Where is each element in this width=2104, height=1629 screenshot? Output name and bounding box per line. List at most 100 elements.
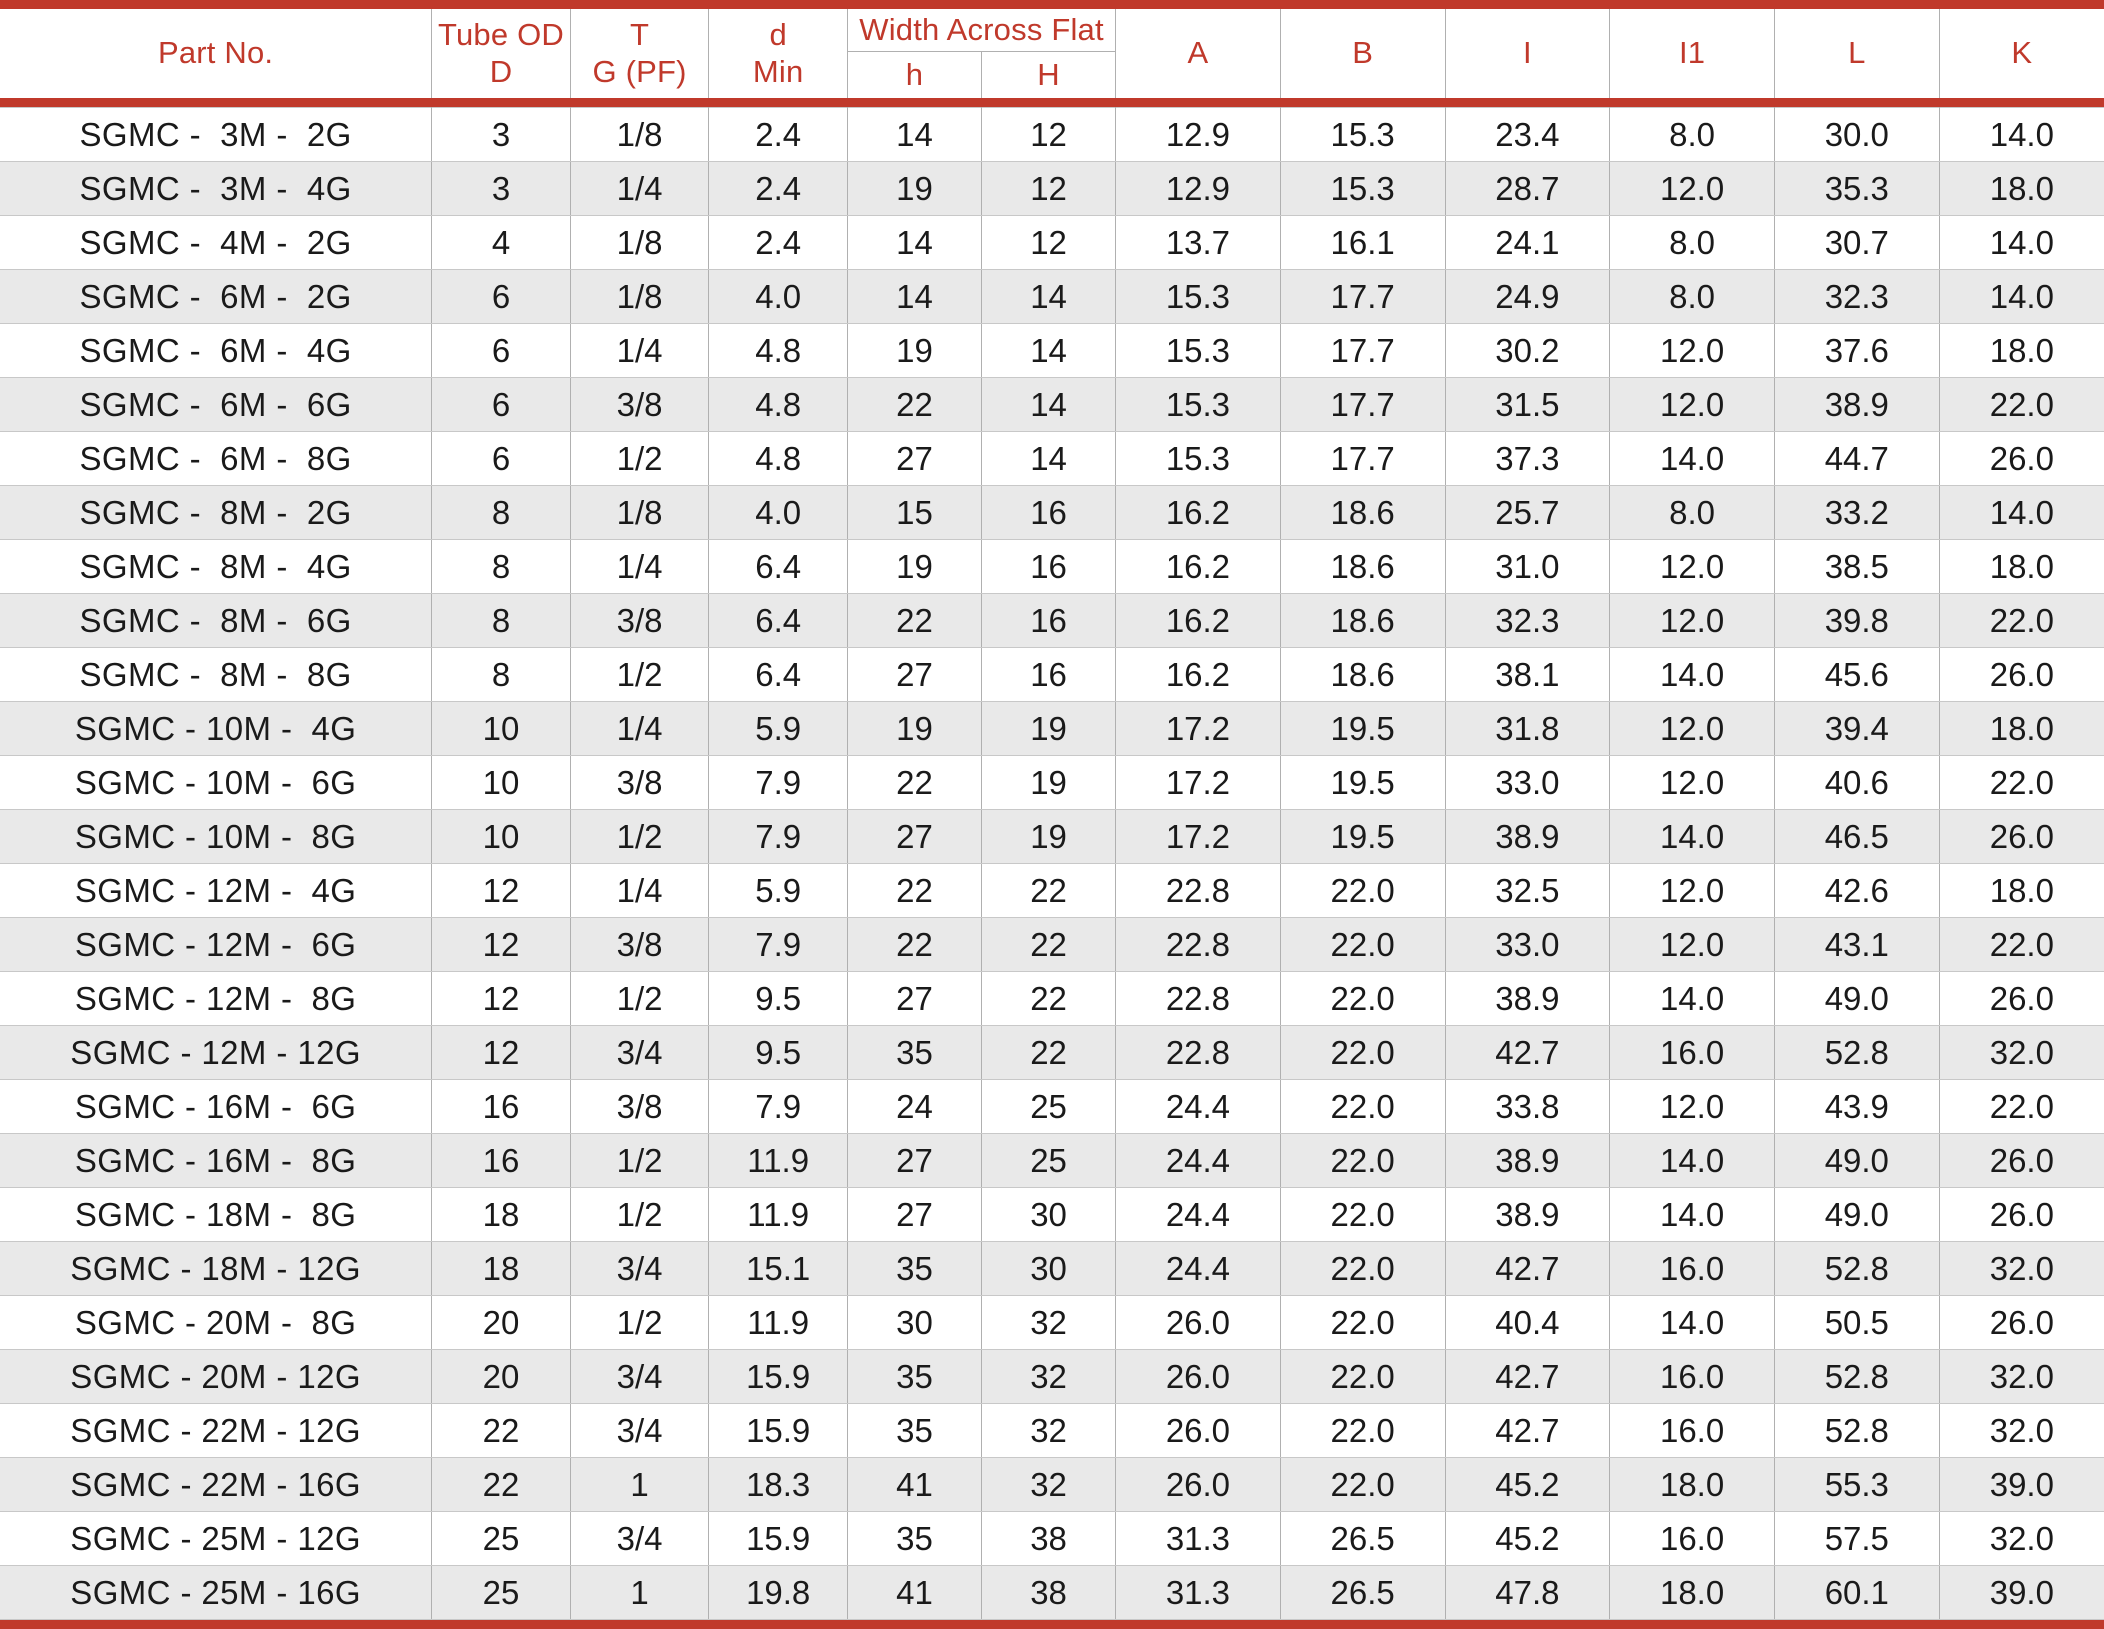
cell-H: 30 (982, 1242, 1116, 1296)
cell-d: 7.9 (709, 1080, 848, 1134)
cell-I: 31.5 (1445, 378, 1610, 432)
cell-h: 14 (847, 216, 981, 270)
cell-K: 39.0 (1939, 1458, 2104, 1512)
cell-I1: 12.0 (1610, 324, 1775, 378)
cell-d: 18.3 (709, 1458, 848, 1512)
cell-B: 17.7 (1280, 270, 1445, 324)
table-row: SGMC - 6M - 6G63/84.8221415.317.731.512.… (0, 378, 2104, 432)
cell-d: 11.9 (709, 1296, 848, 1350)
cell-I: 38.9 (1445, 1188, 1610, 1242)
cell-I: 40.4 (1445, 1296, 1610, 1350)
cell-T: 1/4 (570, 864, 709, 918)
cell-I1: 16.0 (1610, 1404, 1775, 1458)
cell-part-no: SGMC - 8M - 4G (0, 540, 432, 594)
cell-A: 15.3 (1116, 378, 1281, 432)
cell-d: 5.9 (709, 864, 848, 918)
cell-I1: 8.0 (1610, 270, 1775, 324)
table-row: SGMC - 6M - 2G61/84.0141415.317.724.98.0… (0, 270, 2104, 324)
cell-B: 19.5 (1280, 702, 1445, 756)
cell-d: 11.9 (709, 1188, 848, 1242)
cell-d: 4.8 (709, 324, 848, 378)
table-row: SGMC - 10M - 8G101/27.9271917.219.538.91… (0, 810, 2104, 864)
cell-h: 27 (847, 972, 981, 1026)
cell-L: 42.6 (1774, 864, 1939, 918)
cell-T: 1/4 (570, 324, 709, 378)
cell-I: 31.8 (1445, 702, 1610, 756)
cell-d: 6.4 (709, 648, 848, 702)
cell-h: 41 (847, 1566, 981, 1620)
cell-I1: 16.0 (1610, 1350, 1775, 1404)
cell-K: 22.0 (1939, 378, 2104, 432)
t-label-line1: T (571, 17, 709, 54)
cell-D: 8 (432, 648, 571, 702)
cell-h: 30 (847, 1296, 981, 1350)
cell-I1: 14.0 (1610, 432, 1775, 486)
cell-T: 1/2 (570, 648, 709, 702)
table-body: SGMC - 3M - 2G31/82.4141212.915.323.48.0… (0, 108, 2104, 1620)
table-row: SGMC - 16M - 8G161/211.9272524.422.038.9… (0, 1134, 2104, 1188)
cell-I: 23.4 (1445, 108, 1610, 162)
column-header-a: A (1116, 9, 1281, 98)
cell-H: 25 (982, 1134, 1116, 1188)
table-row: SGMC - 8M - 6G83/86.4221616.218.632.312.… (0, 594, 2104, 648)
cell-D: 6 (432, 324, 571, 378)
cell-H: 22 (982, 1026, 1116, 1080)
cell-D: 10 (432, 702, 571, 756)
cell-I: 33.0 (1445, 756, 1610, 810)
cell-d: 7.9 (709, 810, 848, 864)
cell-L: 40.6 (1774, 756, 1939, 810)
cell-K: 39.0 (1939, 1566, 2104, 1620)
cell-H: 14 (982, 270, 1116, 324)
cell-part-no: SGMC - 8M - 6G (0, 594, 432, 648)
cell-D: 20 (432, 1296, 571, 1350)
cell-K: 22.0 (1939, 594, 2104, 648)
cell-h: 35 (847, 1512, 981, 1566)
cell-I: 42.7 (1445, 1350, 1610, 1404)
cell-d: 15.9 (709, 1404, 848, 1458)
cell-D: 10 (432, 756, 571, 810)
cell-L: 49.0 (1774, 1188, 1939, 1242)
cell-d: 2.4 (709, 216, 848, 270)
cell-I1: 12.0 (1610, 540, 1775, 594)
header-bottom-rule (0, 98, 2104, 108)
cell-H: 32 (982, 1350, 1116, 1404)
table-row: SGMC - 3M - 2G31/82.4141212.915.323.48.0… (0, 108, 2104, 162)
cell-A: 26.0 (1116, 1458, 1281, 1512)
cell-D: 12 (432, 972, 571, 1026)
cell-part-no: SGMC - 10M - 6G (0, 756, 432, 810)
cell-H: 14 (982, 324, 1116, 378)
cell-L: 52.8 (1774, 1242, 1939, 1296)
cell-d: 15.1 (709, 1242, 848, 1296)
cell-T: 3/4 (570, 1512, 709, 1566)
cell-L: 52.8 (1774, 1350, 1939, 1404)
cell-K: 26.0 (1939, 1188, 2104, 1242)
cell-A: 15.3 (1116, 324, 1281, 378)
cell-L: 37.6 (1774, 324, 1939, 378)
cell-B: 19.5 (1280, 756, 1445, 810)
cell-A: 12.9 (1116, 162, 1281, 216)
cell-K: 32.0 (1939, 1242, 2104, 1296)
cell-I1: 18.0 (1610, 1458, 1775, 1512)
cell-D: 8 (432, 486, 571, 540)
cell-d: 7.9 (709, 756, 848, 810)
cell-L: 49.0 (1774, 972, 1939, 1026)
cell-L: 50.5 (1774, 1296, 1939, 1350)
cell-h: 19 (847, 540, 981, 594)
cell-part-no: SGMC - 12M - 8G (0, 972, 432, 1026)
cell-K: 32.0 (1939, 1512, 2104, 1566)
cell-B: 15.3 (1280, 108, 1445, 162)
cell-H: 32 (982, 1404, 1116, 1458)
table-row: SGMC - 8M - 2G81/84.0151616.218.625.78.0… (0, 486, 2104, 540)
cell-D: 22 (432, 1404, 571, 1458)
cell-B: 26.5 (1280, 1512, 1445, 1566)
column-header-k: K (1939, 9, 2104, 98)
cell-part-no: SGMC - 8M - 8G (0, 648, 432, 702)
cell-K: 32.0 (1939, 1026, 2104, 1080)
cell-I1: 12.0 (1610, 864, 1775, 918)
table-row: SGMC - 12M - 8G121/29.5272222.822.038.91… (0, 972, 2104, 1026)
cell-I: 33.8 (1445, 1080, 1610, 1134)
cell-A: 22.8 (1116, 918, 1281, 972)
cell-A: 16.2 (1116, 648, 1281, 702)
cell-A: 31.3 (1116, 1512, 1281, 1566)
cell-K: 22.0 (1939, 918, 2104, 972)
